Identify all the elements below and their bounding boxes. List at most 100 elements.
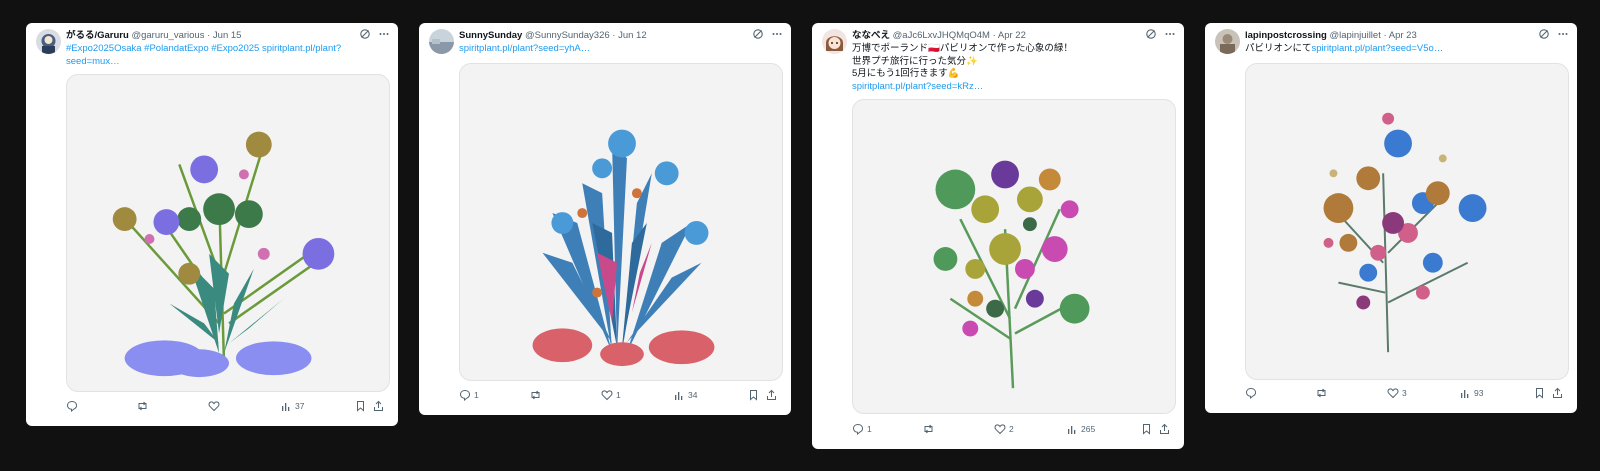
avatar[interactable]	[822, 29, 847, 54]
views-chart-icon	[1068, 425, 1076, 434]
post-text-line: 世界プチ旅行に行った気分✨	[852, 55, 978, 67]
repost-button[interactable]	[922, 422, 938, 436]
flower-plant-image	[1323, 112, 1487, 353]
reply-button[interactable]	[1245, 386, 1260, 400]
heart-icon	[1387, 388, 1399, 399]
bookmark-button[interactable]	[748, 388, 759, 402]
bookmark-icon	[750, 390, 757, 401]
views-button[interactable]: 93	[1460, 386, 1483, 400]
bookmark-button[interactable]	[1141, 422, 1152, 436]
repost-button[interactable]	[529, 388, 545, 402]
repost-button[interactable]	[1315, 386, 1331, 400]
like-count: 3	[1402, 388, 1407, 398]
reply-count: 1	[474, 390, 479, 400]
bookmark-icon	[357, 401, 364, 412]
avatar-photo-icon	[36, 29, 61, 54]
heart-icon	[208, 401, 220, 412]
views-chart-icon	[282, 402, 290, 411]
post-text: パビリオンにてspiritplant.pl/plant?seed=V5o…	[1245, 43, 1563, 56]
views-count: 37	[295, 401, 305, 411]
post-link[interactable]: #Expo2025Osaka #PolandatExpo #Expo2025 s…	[66, 43, 341, 67]
post-text: 万博でポーランド🇵🇱パビリオンで作った心象の緑！ 世界プチ旅行に行った気分✨ 5…	[852, 43, 1170, 93]
post-date[interactable]: · Apr 22	[993, 30, 1026, 41]
share-button[interactable]	[1159, 422, 1170, 436]
post-card[interactable]: SunnySunday @SunnySunday326 · Jun 12 spi…	[419, 23, 791, 415]
post-date[interactable]: · Jun 12	[612, 30, 646, 41]
author-name[interactable]: がるる/Garuru	[66, 30, 129, 41]
avatar-anime-icon	[822, 29, 847, 54]
views-button[interactable]: 265	[1067, 422, 1095, 436]
bookmark-button[interactable]	[1534, 386, 1545, 400]
more-icon[interactable]	[1557, 28, 1569, 40]
grok-icon[interactable]	[359, 28, 371, 40]
post-link[interactable]: spiritplant.pl/plant?seed=V5o…	[1312, 43, 1444, 54]
repost-icon	[531, 390, 540, 400]
avatar[interactable]	[429, 29, 454, 54]
reply-icon	[66, 400, 78, 412]
views-chart-icon	[675, 391, 683, 400]
like-button[interactable]: 2	[994, 422, 1014, 436]
grok-icon[interactable]	[752, 28, 764, 40]
post-card[interactable]: ななべえ @aJc6LxvJHQMqO4M · Apr 22 万博でポーランド🇵…	[812, 23, 1184, 449]
views-button[interactable]: 34	[674, 388, 697, 402]
author-handle[interactable]: @aJc6LxvJHQMqO4M	[893, 30, 990, 41]
author-name[interactable]: SunnySunday	[459, 30, 522, 41]
share-button[interactable]	[1552, 386, 1563, 400]
bookmark-icon	[1536, 388, 1543, 399]
post-card[interactable]: がるる/Garuru @garuru_various · Jun 15 #Exp…	[26, 23, 398, 426]
more-icon[interactable]	[771, 28, 783, 40]
views-button[interactable]: 37	[281, 399, 304, 413]
post-link[interactable]: spiritplant.pl/plant?seed=kRz…	[852, 81, 1170, 94]
post-card[interactable]: lapinpostcrossing @lapinjuillet · Apr 23…	[1205, 23, 1577, 413]
author-name[interactable]: ななべえ	[852, 30, 890, 41]
flower-plant-image	[933, 160, 1090, 389]
bookmark-button[interactable]	[355, 399, 366, 413]
like-button[interactable]: 1	[601, 388, 621, 402]
more-icon[interactable]	[378, 28, 390, 40]
post-text-line: 5月にもう1回行きます💪	[852, 68, 960, 79]
post-date[interactable]: · Apr 23	[1383, 30, 1416, 41]
like-count: 1	[616, 390, 621, 400]
reply-icon	[459, 389, 471, 401]
post-image[interactable]	[459, 63, 783, 381]
share-icon	[374, 400, 383, 411]
repost-icon	[924, 424, 933, 434]
post-image[interactable]	[66, 74, 390, 392]
avatar[interactable]	[36, 29, 61, 54]
repost-icon	[1317, 388, 1326, 398]
author-name[interactable]: lapinpostcrossing	[1245, 30, 1327, 41]
more-icon[interactable]	[1164, 28, 1176, 40]
author-handle[interactable]: @SunnySunday326	[525, 30, 610, 41]
views-count: 34	[688, 390, 698, 400]
like-button[interactable]	[208, 399, 223, 413]
post-date[interactable]: · Jun 15	[207, 30, 241, 41]
repost-icon	[138, 401, 147, 411]
post-header: lapinpostcrossing @lapinjuillet · Apr 23	[1245, 30, 1521, 42]
post-image[interactable]	[1245, 63, 1569, 380]
views-count: 265	[1081, 424, 1096, 434]
reply-button[interactable]: 1	[852, 422, 872, 436]
author-handle[interactable]: @garuru_various	[131, 30, 204, 41]
share-icon	[1553, 387, 1562, 398]
author-handle[interactable]: @lapinjuillet	[1329, 30, 1380, 41]
avatar-photo-icon	[429, 29, 454, 54]
bookmark-icon	[1143, 424, 1150, 435]
share-button[interactable]	[766, 388, 777, 402]
grok-icon[interactable]	[1145, 28, 1157, 40]
flower-plant-image	[112, 131, 335, 378]
post-text: spiritplant.pl/plant?seed=yhA…	[459, 43, 777, 56]
post-header: SunnySunday @SunnySunday326 · Jun 12	[459, 30, 735, 42]
repost-button[interactable]	[136, 399, 152, 413]
avatar[interactable]	[1215, 29, 1240, 54]
share-button[interactable]	[373, 399, 384, 413]
like-button[interactable]: 3	[1387, 386, 1407, 400]
post-text-line: 万博でポーランド🇵🇱パビリオンで作った心象の緑！	[852, 43, 1073, 54]
grok-icon[interactable]	[1538, 28, 1550, 40]
post-image[interactable]	[852, 99, 1176, 414]
share-icon	[1160, 423, 1169, 434]
reply-button[interactable]	[66, 399, 81, 413]
post-link[interactable]: spiritplant.pl/plant?seed=yhA…	[459, 43, 590, 54]
post-text-pre: パビリオンにて	[1245, 43, 1312, 54]
views-count: 93	[1474, 388, 1484, 398]
reply-button[interactable]: 1	[459, 388, 479, 402]
